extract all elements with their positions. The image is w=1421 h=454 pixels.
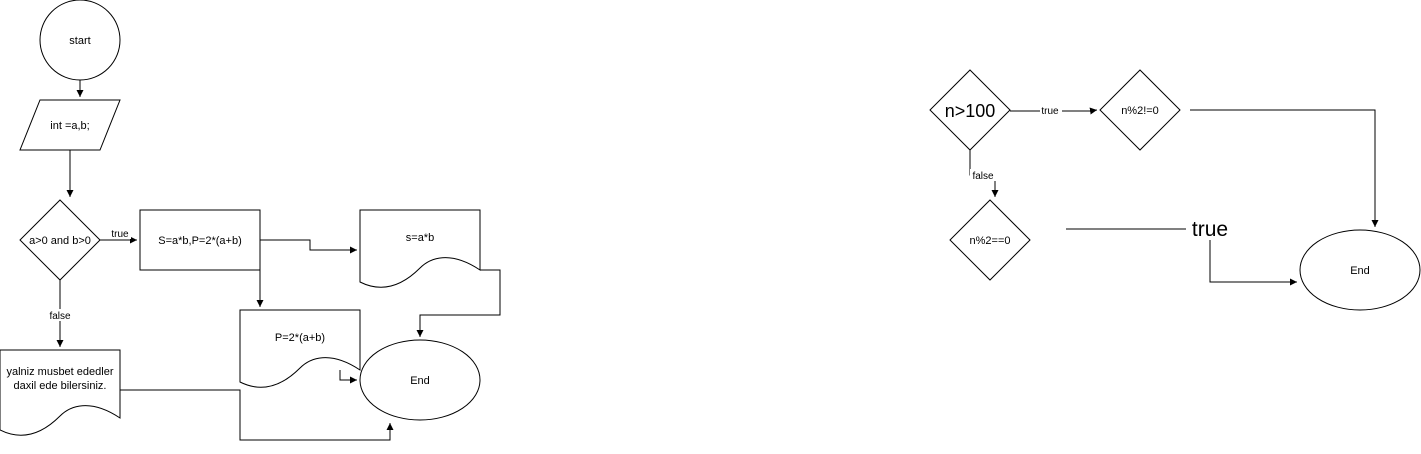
cond-even-label: n%2==0	[970, 235, 1011, 247]
edge-doc-s-end	[416, 269, 501, 337]
cond-odd-label: n%2!=0	[1121, 105, 1159, 117]
doc-error-node[interactable]: yalniz musbet ededler daxil ede bilersin…	[0, 349, 121, 436]
cond-even-node[interactable]: n%2==0	[949, 199, 1031, 281]
edge-error-end	[120, 389, 394, 441]
doc-s-label: s=a*b	[406, 232, 434, 244]
start-label: start	[69, 35, 90, 47]
cond-odd-node[interactable]: n%2!=0	[1099, 69, 1181, 151]
end-label-left: End	[410, 375, 430, 387]
start-node[interactable]: start	[39, 0, 121, 81]
process-node[interactable]: S=a*b,P=2*(a+b)	[139, 209, 261, 271]
right-flowchart: n>100 true n%2!=0 false n%2==0 true End	[929, 69, 1421, 311]
flowchart-svg: start int =a,b; a>0 and b>0 true false S…	[0, 0, 1421, 441]
doc-error-label-line2: daxil ede bilersiniz.	[14, 380, 107, 392]
doc-p-label: P=2*(a+b)	[275, 332, 325, 344]
edge-label-false-right: false	[972, 171, 994, 182]
cond-n-label: n>100	[945, 101, 996, 121]
edge-odd-end	[1190, 109, 1379, 227]
doc-s-node[interactable]: s=a*b	[359, 209, 481, 288]
cond-n-node[interactable]: n>100	[929, 69, 1011, 151]
condition-label: a>0 and b>0	[29, 235, 91, 247]
process-label: S=a*b,P=2*(a+b)	[158, 235, 241, 247]
edge-label-false: false	[49, 311, 71, 322]
end-node-right[interactable]: End	[1299, 229, 1421, 311]
input-label: int =a,b;	[50, 120, 89, 132]
edge-doc-p-end	[339, 370, 357, 384]
end-label-right: End	[1350, 265, 1370, 277]
edge-label-true-large: true	[1192, 218, 1228, 241]
input-node[interactable]: int =a,b;	[19, 99, 121, 151]
edge-even-end	[1066, 228, 1297, 286]
left-flowchart: start int =a,b; a>0 and b>0 true false S…	[0, 0, 501, 441]
doc-p-node[interactable]: P=2*(a+b)	[239, 309, 361, 388]
edge-label-true-right: true	[1041, 106, 1059, 117]
end-node-left[interactable]: End	[359, 339, 481, 421]
edge-process-doc-s	[260, 239, 357, 254]
edge-label-true: true	[111, 229, 129, 240]
condition-node[interactable]: a>0 and b>0	[19, 199, 101, 281]
diagram-canvas: start int =a,b; a>0 and b>0 true false S…	[0, 0, 1421, 449]
doc-error-label-line1: yalniz musbet ededler	[6, 366, 113, 378]
